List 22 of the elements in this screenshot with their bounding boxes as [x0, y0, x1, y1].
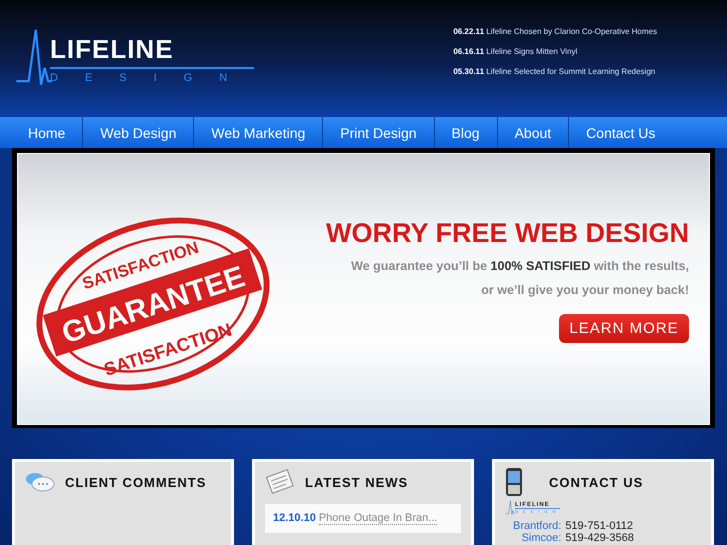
news-link[interactable]: Phone Outage In Bran...: [318, 512, 438, 525]
pulse-line-icon: [505, 500, 515, 516]
logo-tagline: DESIGN: [50, 72, 254, 84]
nav-link[interactable]: Home: [14, 117, 82, 148]
learn-more-button[interactable]: LEARN MORE: [559, 314, 689, 342]
phone-location: Brantford:: [513, 520, 562, 532]
card-title: LATEST NEWS: [305, 474, 408, 490]
phone-icon: [505, 467, 523, 497]
speech-bubbles-icon: [25, 471, 55, 493]
headline: 05.30.11 Lifeline Selected for Summit Learning Redesign: [453, 67, 656, 76]
headline: 06.22.11 Lifeline Chosen by Clarion Co-Operative Homes: [453, 27, 657, 36]
card-title: CONTACT US: [549, 474, 644, 490]
logo-name: LIFELINE: [50, 34, 254, 68]
phone-number: 519-429-3568: [565, 532, 634, 544]
headline: 06.16.11 Lifeline Signs Mitten Vinyl: [453, 47, 578, 56]
card-title: CLIENT COMMENTS: [65, 474, 206, 490]
phone-location: Simcoe:: [520, 532, 562, 544]
banner-title: WORRY FREE WEB DESIGN: [326, 218, 689, 248]
banner-text: We guarantee you’ll be 100% SATISFIED with the results,: [351, 258, 689, 272]
phone-number: 519-751-0112: [565, 520, 634, 532]
banner-text: or we’ll give you your money back!: [481, 282, 689, 296]
news-date: 12.10.10: [273, 512, 316, 525]
